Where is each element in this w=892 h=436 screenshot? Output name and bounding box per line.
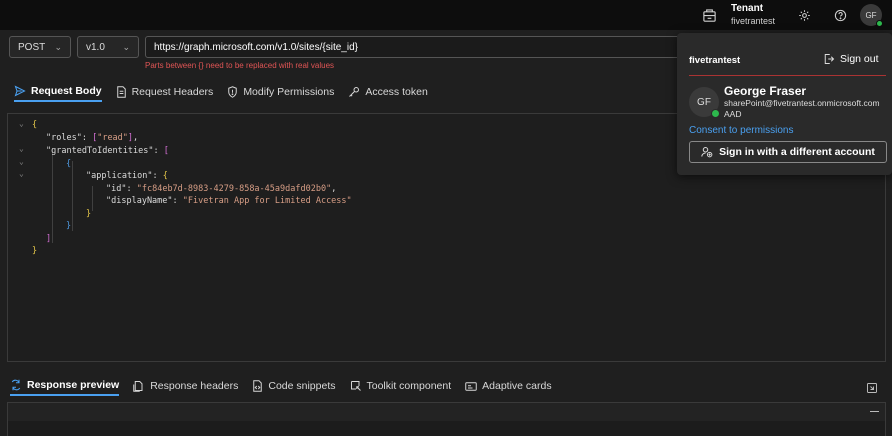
response-panel [7,402,886,436]
toolkit-icon [350,381,361,391]
fold-chevron-icon[interactable]: ⌄ [19,144,24,153]
consent-link[interactable]: Consent to permissions [689,125,794,136]
response-header-strip [8,403,885,421]
fold-chevron-icon[interactable]: ⌄ [19,169,24,178]
code-line: } [86,209,92,219]
sign-out-icon [824,54,835,64]
code-line: "id": "fc84eb7d-8983-4279-858a-45a9dafd0… [106,184,337,194]
top-bar: Tenant fivetrantest GF [0,0,892,30]
tab-label: Toolkit component [366,380,452,392]
profile-avatar-button[interactable]: GF [860,4,883,27]
chevron-down-icon: ⌄ [122,41,130,52]
send-icon [14,85,26,97]
button-label: Sign in with a different account [719,146,875,158]
tab-label: Request Headers [131,86,214,98]
json-key: "roles" [46,133,82,143]
tab-modify-permissions[interactable]: Modify Permissions [227,84,334,102]
code-line: "grantedToIdentities": [ [46,146,169,156]
panel-tenant: fivetrantest [689,55,741,66]
help-icon[interactable] [831,6,849,24]
tab-code-snippets[interactable]: Code snippets [252,378,336,396]
account-panel: fivetrantest Sign out GF George Fraser s… [677,33,892,175]
tab-adaptive-cards[interactable]: Adaptive cards [465,378,552,396]
url-input[interactable]: https://graph.microsoft.com/v1.0/sites/{… [145,36,685,58]
document-icon [116,86,126,98]
tab-request-headers[interactable]: Request Headers [116,84,214,102]
collapse-icon[interactable] [870,411,879,412]
code-line: } [66,221,72,231]
api-version-select[interactable]: v1.0 ⌄ [77,36,139,58]
indent-guide [52,148,53,243]
tab-label: Request Body [31,85,102,97]
tab-label: Response headers [150,380,239,392]
fold-chevron-icon[interactable]: ⌄ [19,157,24,166]
key-icon [349,87,360,97]
code-line: { [32,120,38,130]
sign-out-button[interactable]: Sign out [823,53,879,65]
user-email: sharePoint@fivetrantest.onmicrosoft.com [724,98,880,108]
tenant-label: Tenant [731,3,764,14]
api-version-value: v1.0 [86,41,105,53]
avatar: GF [689,87,720,118]
indent-guide [72,161,73,231]
presence-indicator [711,109,720,118]
expand-icon[interactable] [866,382,878,397]
snippet-icon [253,380,263,392]
code-line: ] [46,234,52,244]
code-line: "application": { [86,171,168,181]
user-name: George Fraser [724,84,807,98]
tab-toolkit-component[interactable]: Toolkit component [350,378,452,396]
json-string: "read" [97,133,128,143]
tab-label: Adaptive cards [482,380,552,392]
tenant-name: fivetrantest [731,16,776,26]
tab-access-token[interactable]: Access token [348,84,428,102]
http-method-select[interactable]: POST ⌄ [9,36,71,58]
json-key: "application" [86,171,153,181]
json-key: "id" [106,184,127,194]
code-line: "displayName": "Fivetran App for Limited… [106,196,352,206]
code-line: } [32,246,38,256]
response-tabs: Response preview Response headers Code s… [10,378,566,398]
json-string: "Fivetran App for Limited Access" [182,196,352,206]
gear-icon[interactable] [795,6,813,24]
http-method-value: POST [18,41,46,53]
divider [689,75,886,76]
sign-out-label: Sign out [840,53,879,65]
chevron-down-icon: ⌄ [54,41,62,52]
shield-icon [228,86,238,98]
indent-guide [92,186,93,211]
tab-request-body[interactable]: Request Body [14,84,102,102]
headers-icon [133,381,143,392]
url-warning: Parts between {} need to be replaced wit… [145,61,335,70]
json-string: "fc84eb7d-8983-4279-858a-45a9dafd02b0" [136,184,332,194]
fold-chevron-icon[interactable]: ⌄ [19,119,24,128]
json-key: "displayName" [106,196,173,206]
globe-icon[interactable] [700,6,718,24]
account-type: AAD [724,109,742,119]
preview-icon [11,379,21,391]
tab-label: Access token [365,86,428,98]
tab-label: Modify Permissions [243,86,335,98]
avatar-initials: GF [865,10,877,20]
sign-in-different-account-button[interactable]: Sign in with a different account [689,141,887,163]
add-person-icon [701,147,713,158]
avatar-initials: GF [697,96,711,108]
tab-response-headers[interactable]: Response headers [133,378,238,396]
request-tabs: Request Body Request Headers Modify Perm… [14,84,442,104]
presence-indicator [876,20,883,27]
tenant-info: Tenant fivetrantest [731,3,775,27]
code-line: "roles": ["read"], [46,133,139,143]
code-line: { [66,159,72,169]
json-key: "grantedToIdentities" [46,146,154,156]
card-icon [465,381,477,391]
url-value: https://graph.microsoft.com/v1.0/sites/{… [154,41,358,53]
tab-label: Response preview [27,379,120,391]
tab-label: Code snippets [268,380,336,392]
tab-response-preview[interactable]: Response preview [10,378,120,396]
